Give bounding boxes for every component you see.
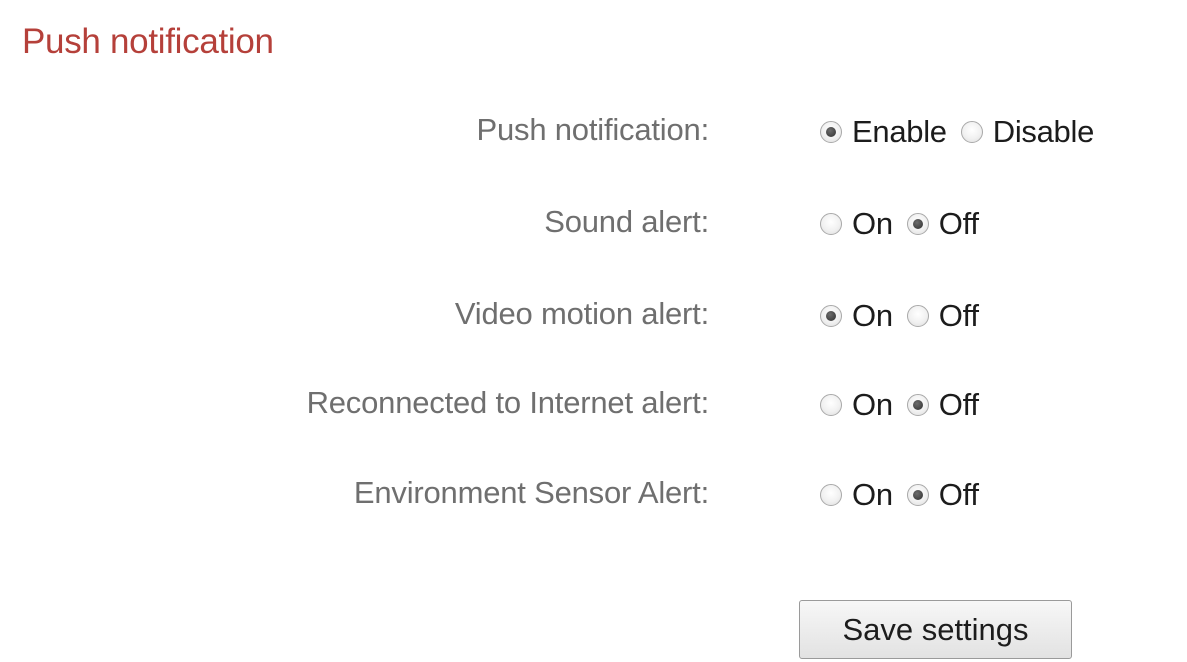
radio-label[interactable]: Off [939,387,979,423]
setting-row-video-motion-alert: Video motion alert: On Off [0,288,1187,348]
setting-label: Sound alert: [544,204,709,239]
radio-label[interactable]: On [852,477,893,513]
radio-option-off[interactable]: Off [906,477,979,513]
radio-label[interactable]: Off [939,298,979,334]
radio-label[interactable]: On [852,298,893,334]
radio-button-enable[interactable] [820,121,842,143]
radio-label[interactable]: Off [939,477,979,513]
radio-group-sound-alert: On Off [820,206,993,242]
radio-button-on[interactable] [820,484,842,506]
radio-option-off[interactable]: Off [906,206,979,242]
radio-option-disable[interactable]: Disable [960,114,1095,150]
radio-button-on[interactable] [820,305,842,327]
radio-label[interactable]: On [852,387,893,423]
setting-row-push-notification: Push notification: Enable Disable [0,104,1187,164]
radio-group-environment-sensor-alert: On Off [820,477,993,513]
radio-group-push-notification: Enable Disable [820,114,1108,150]
setting-row-reconnected-alert: Reconnected to Internet alert: On Off [0,377,1187,437]
section-title: Push notification [22,22,274,61]
radio-label[interactable]: Off [939,206,979,242]
setting-label: Reconnected to Internet alert: [306,385,710,420]
radio-option-on[interactable]: On [820,206,893,242]
radio-label[interactable]: Disable [993,114,1095,150]
setting-label: Push notification: [476,112,710,147]
radio-group-video-motion-alert: On Off [820,298,993,334]
setting-label: Environment Sensor Alert: [353,475,709,510]
radio-option-off[interactable]: Off [906,387,979,423]
save-settings-button[interactable]: Save settings [799,600,1072,659]
radio-button-off[interactable] [906,305,929,327]
radio-option-on[interactable]: On [820,387,893,423]
setting-label: Video motion alert: [454,296,709,331]
radio-group-reconnected-alert: On Off [820,387,993,423]
radio-option-on[interactable]: On [820,298,893,334]
radio-button-off[interactable] [906,484,929,506]
radio-option-off[interactable]: Off [906,298,979,334]
radio-option-on[interactable]: On [820,477,893,513]
radio-option-enable[interactable]: Enable [820,114,947,150]
radio-button-on[interactable] [820,213,842,235]
radio-button-off[interactable] [906,394,929,416]
radio-button-on[interactable] [820,394,842,416]
setting-row-environment-sensor-alert: Environment Sensor Alert: On Off [0,467,1187,527]
radio-button-disable[interactable] [960,121,983,143]
setting-row-sound-alert: Sound alert: On Off [0,196,1187,256]
radio-label[interactable]: On [852,206,893,242]
radio-label[interactable]: Enable [852,114,947,150]
radio-button-off[interactable] [906,213,929,235]
